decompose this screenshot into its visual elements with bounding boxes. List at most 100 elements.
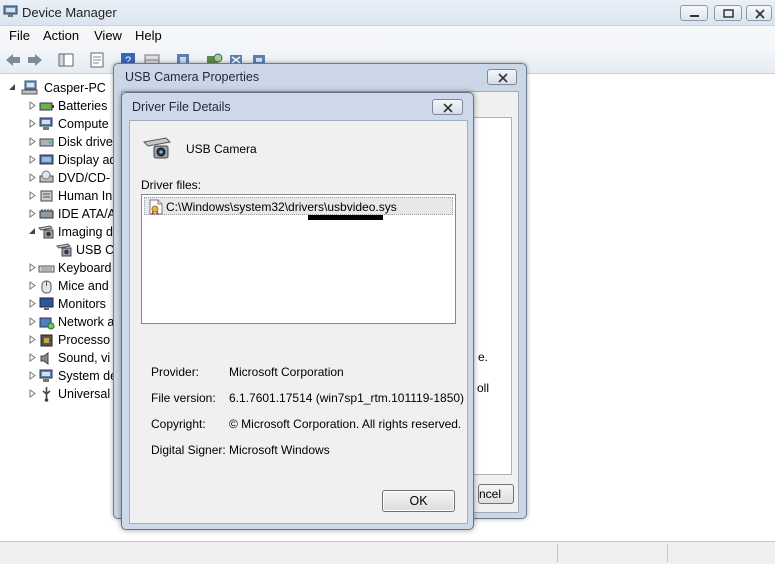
expand-arrow-icon[interactable]	[28, 335, 37, 344]
expand-arrow-icon[interactable]	[28, 389, 37, 398]
details-dialog-title: Driver File Details	[132, 100, 231, 114]
tree-item-label: Disk drive	[58, 135, 113, 149]
monitor-icon	[39, 297, 54, 310]
expand-arrow-icon[interactable]	[28, 299, 37, 308]
minimize-button[interactable]	[680, 5, 708, 21]
provider-label: Provider:	[151, 365, 200, 379]
collapse-arrow-icon[interactable]	[28, 227, 37, 236]
sound-icon	[40, 352, 49, 365]
menu-file[interactable]: File	[9, 28, 30, 43]
driver-file-details-dialog: Driver File Details USB Camera Driver fi…	[121, 92, 474, 530]
camera-icon	[38, 225, 54, 239]
expand-arrow-icon[interactable]	[28, 281, 37, 290]
close-icon	[498, 73, 508, 83]
tree-item-label: Network a	[58, 315, 115, 329]
tree-item-label: Human In	[58, 189, 113, 203]
back-arrow-icon[interactable]	[4, 51, 22, 69]
mouse-icon	[41, 280, 52, 294]
system-devices-icon	[39, 369, 53, 382]
menu-action[interactable]: Action	[43, 28, 79, 43]
signed-file-icon	[149, 199, 163, 215]
keyboard-icon	[38, 265, 55, 273]
tree-item-label: Imaging d	[58, 225, 113, 239]
dvd-drive-icon	[39, 170, 54, 183]
maximize-button[interactable]	[714, 5, 742, 21]
digital-signer-label: Digital Signer:	[151, 443, 226, 457]
battery-icon	[39, 102, 54, 111]
ok-button[interactable]: OK	[382, 490, 455, 512]
display-adapter-icon	[39, 154, 54, 165]
file-version-value: 6.1.7601.17514 (win7sp1_rtm.101119-1850)	[229, 391, 465, 405]
close-button[interactable]	[746, 5, 772, 21]
tree-item-label: Display ad	[58, 153, 117, 167]
window-title: Device Manager	[22, 5, 117, 20]
usb-camera-icon	[142, 137, 172, 159]
tree-item-label: System de	[58, 369, 118, 383]
details-close-button[interactable]	[432, 99, 463, 115]
tree-item-label: Universal	[58, 387, 111, 401]
menu-help[interactable]: Help	[135, 28, 162, 43]
tree-item-label: DVD/CD-	[58, 171, 111, 185]
driver-file-path: C:\Windows\system32\drivers\usbvideo.sys	[166, 200, 397, 214]
expand-arrow-icon[interactable]	[28, 209, 37, 218]
tree-item-label: Monitors	[58, 297, 106, 311]
device-manager-icon	[3, 5, 18, 17]
computer-icon	[21, 80, 38, 95]
expand-arrow-icon[interactable]	[28, 173, 37, 182]
tree-root-label: Casper-PC	[44, 81, 106, 95]
redaction-bar	[308, 215, 383, 220]
details-client-area: USB Camera Driver files: C:\Windows\syst…	[129, 120, 468, 524]
tree-item-label: Mice and	[58, 279, 109, 293]
ide-controller-icon	[39, 209, 54, 219]
expand-arrow-icon[interactable]	[28, 155, 37, 164]
menu-bar: File Action View Help	[0, 26, 775, 46]
properties-text-fragment: oll	[477, 381, 490, 395]
list-item[interactable]: C:\Windows\system32\drivers\usbvideo.sys	[144, 197, 453, 215]
properties-close-button[interactable]	[487, 69, 517, 85]
expand-arrow-icon[interactable]	[28, 353, 37, 362]
title-bar: Device Manager	[0, 0, 775, 26]
properties-dialog-title: USB Camera Properties	[125, 70, 260, 84]
file-version-label: File version:	[151, 391, 216, 405]
driver-files-list[interactable]: C:\Windows\system32\drivers\usbvideo.sys	[141, 194, 456, 324]
tree-item-label: Sound, vi	[58, 351, 111, 365]
expand-arrow-icon[interactable]	[28, 137, 37, 146]
tree-item-label: Batteries	[58, 99, 108, 113]
expand-arrow-icon[interactable]	[28, 317, 37, 326]
close-icon	[443, 103, 453, 113]
digital-signer-value: Microsoft Windows	[229, 443, 330, 457]
status-bar	[0, 541, 775, 564]
expand-arrow-icon[interactable]	[28, 371, 37, 380]
collapse-arrow-icon[interactable]	[8, 83, 17, 92]
computer-icon	[39, 117, 53, 130]
maximize-icon	[723, 9, 734, 18]
usb-camera-icon	[56, 243, 72, 257]
properties-tab-panel	[472, 117, 512, 475]
forward-arrow-icon[interactable]	[26, 51, 44, 69]
properties-icon[interactable]	[88, 51, 106, 69]
driver-files-label: Driver files:	[141, 178, 202, 192]
disk-drive-icon	[39, 138, 54, 147]
device-name: USB Camera	[186, 142, 257, 156]
tree-item-label: IDE ATA/A	[58, 207, 116, 221]
cancel-button[interactable]: ncel	[478, 484, 514, 504]
tree-item-label: Keyboard	[58, 261, 112, 275]
expand-arrow-icon[interactable]	[28, 119, 37, 128]
processor-icon	[40, 334, 53, 347]
console-tree-icon[interactable]	[57, 51, 75, 69]
tree-item-label: Compute	[58, 117, 109, 131]
copyright-label: Copyright:	[151, 417, 206, 431]
close-icon	[755, 9, 765, 19]
usb-controller-icon	[42, 387, 51, 402]
copyright-value: © Microsoft Corporation. All rights rese…	[229, 417, 462, 431]
minimize-icon	[690, 15, 699, 17]
expand-arrow-icon[interactable]	[28, 263, 37, 272]
hid-icon	[40, 190, 53, 202]
tree-item-label: USB C	[76, 243, 115, 257]
expand-arrow-icon[interactable]	[28, 101, 37, 110]
properties-text-fragment: e.	[478, 350, 489, 364]
provider-value: Microsoft Corporation	[229, 365, 344, 379]
expand-arrow-icon[interactable]	[28, 191, 37, 200]
menu-view[interactable]: View	[94, 28, 122, 43]
status-divider	[667, 544, 668, 562]
